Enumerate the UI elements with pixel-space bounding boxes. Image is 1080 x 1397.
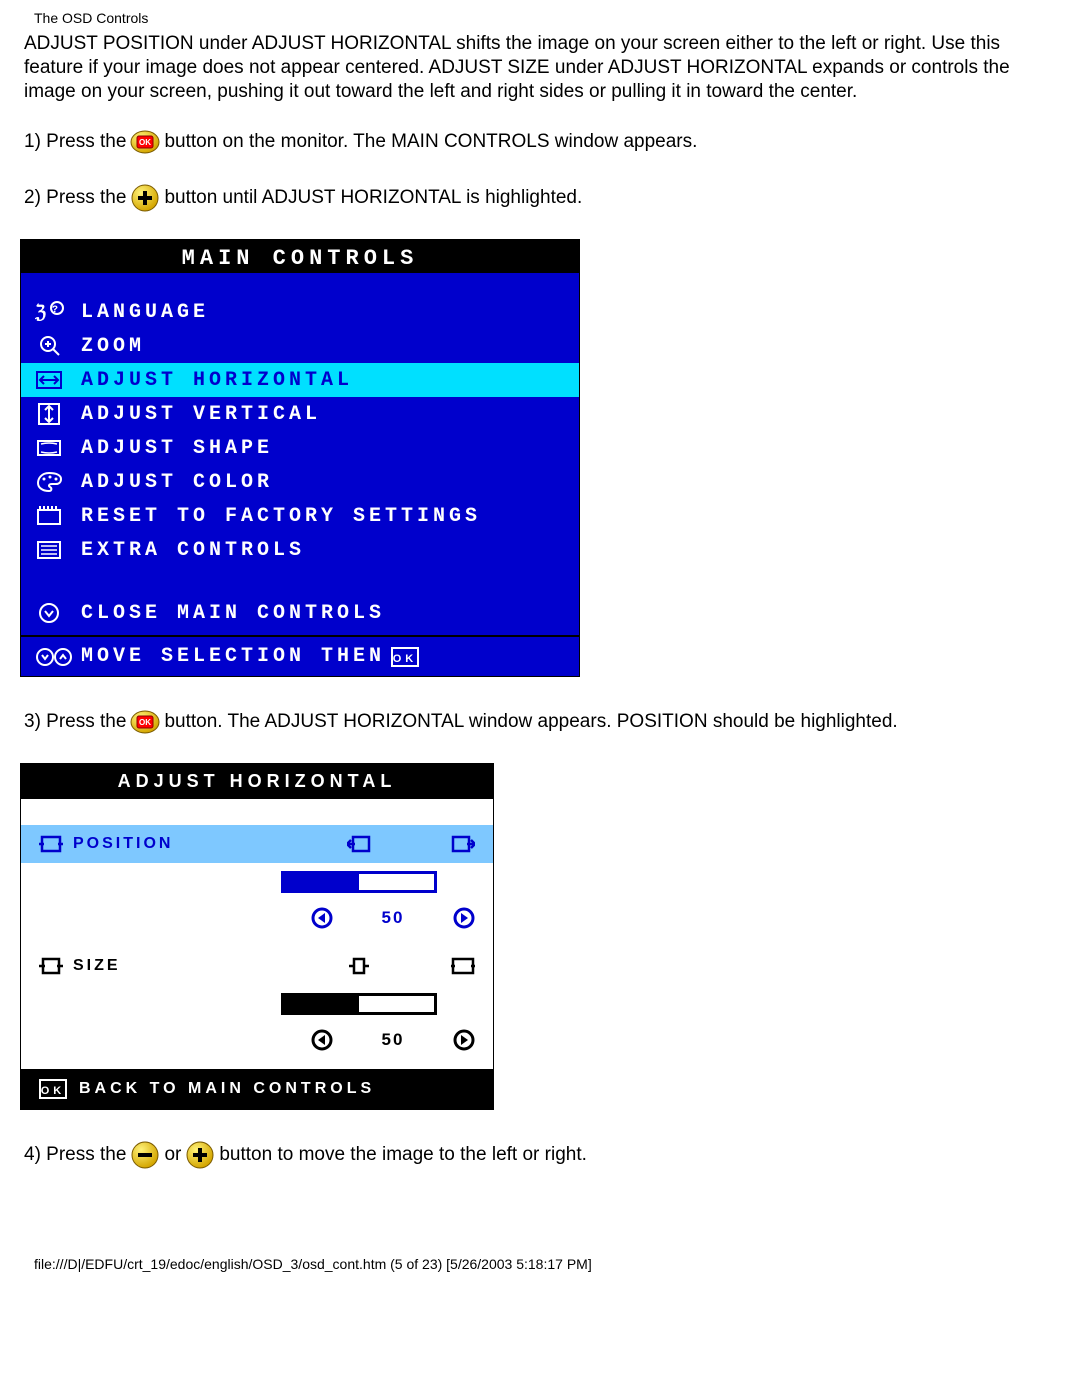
- svg-text:OK: OK: [41, 1085, 66, 1097]
- move-selection-icon: [35, 646, 81, 668]
- position-icon: [39, 834, 63, 854]
- adjust-horizontal-icon: [35, 368, 81, 392]
- size-wide-icon: [451, 956, 475, 976]
- intro-paragraph: ADJUST POSITION under ADJUST HORIZONTAL …: [20, 32, 1060, 103]
- step1-text-a: 1) Press the: [24, 131, 126, 153]
- plus-button-icon: [185, 1140, 215, 1170]
- shift-left-icon: [347, 834, 371, 854]
- ok-box-icon: OK: [39, 1079, 67, 1099]
- ok-button-icon: OK: [130, 127, 160, 157]
- osd-item-adjust-color[interactable]: ADJUST COLOR: [21, 465, 579, 499]
- zoom-icon: [35, 334, 81, 358]
- osd-item-label: ADJUST VERTICAL: [81, 403, 321, 426]
- ok-button-icon: OK: [130, 707, 160, 737]
- shift-right-icon: [451, 834, 475, 854]
- svg-text:OK: OK: [139, 138, 151, 147]
- ah-size-value-row: 50: [21, 1023, 493, 1057]
- osd-gap: [21, 567, 579, 595]
- osd-item-label: ADJUST HORIZONTAL: [81, 369, 353, 392]
- osd-item-extra[interactable]: EXTRA CONTROLS: [21, 533, 579, 567]
- ah-spacer: [21, 799, 493, 825]
- osd-item-adjust-vertical[interactable]: ADJUST VERTICAL: [21, 397, 579, 431]
- svg-text:OK: OK: [139, 718, 151, 727]
- step3-text-a: 3) Press the: [24, 711, 126, 733]
- arrow-left-icon[interactable]: [311, 907, 333, 929]
- arrow-right-icon[interactable]: [453, 1029, 475, 1051]
- svg-text:OK: OK: [393, 653, 418, 665]
- ah-size-label: Size: [73, 957, 121, 975]
- step4-text-a: 4) Press the: [24, 1144, 126, 1166]
- step-2: 2) Press the button until ADJUST HORIZON…: [20, 183, 1060, 213]
- ah-size-slider-row: [21, 985, 493, 1023]
- main-controls-osd: MAIN CONTROLS ℨ? LANGUAGE ZOOM ADJUST HO…: [20, 239, 580, 677]
- minus-button-icon: [130, 1140, 160, 1170]
- osd-item-adjust-horizontal[interactable]: ADJUST HORIZONTAL: [21, 363, 579, 397]
- osd-item-reset[interactable]: RESET TO FACTORY SETTINGS: [21, 499, 579, 533]
- step-4: 4) Press the or button to move the image…: [20, 1140, 1060, 1170]
- ah-footer[interactable]: OK Back to Main Controls: [21, 1069, 493, 1109]
- arrow-right-icon[interactable]: [453, 907, 475, 929]
- step4-text-c: button to move the image to the left or …: [219, 1144, 587, 1166]
- size-slider[interactable]: [281, 993, 437, 1015]
- osd-title: MAIN CONTROLS: [21, 240, 579, 273]
- page-header: The OSD Controls: [20, 0, 1060, 32]
- step2-text-b: button until ADJUST HORIZONTAL is highli…: [164, 187, 582, 209]
- ah-title: Adjust Horizontal: [21, 764, 493, 799]
- svg-text:ℨ: ℨ: [35, 302, 50, 322]
- adjust-horizontal-osd: Adjust Horizontal Position: [20, 763, 494, 1110]
- osd-close-row[interactable]: CLOSE MAIN CONTROLS: [21, 595, 579, 631]
- size-icon: [39, 956, 63, 976]
- osd-item-adjust-shape[interactable]: ADJUST SHAPE: [21, 431, 579, 465]
- osd-close-label: CLOSE MAIN CONTROLS: [81, 602, 385, 625]
- osd-item-label: EXTRA CONTROLS: [81, 539, 305, 562]
- ah-position-value-row: 50: [21, 901, 493, 935]
- adjust-color-icon: [35, 470, 81, 494]
- step1-text-b: button on the monitor. The MAIN CONTROLS…: [164, 131, 697, 153]
- size-narrow-icon: [347, 956, 371, 976]
- ah-position-slider-row: [21, 863, 493, 901]
- page-footer: file:///D|/EDFU/crt_19/edoc/english/OSD_…: [20, 1196, 1060, 1282]
- reset-icon: [35, 504, 81, 528]
- osd-item-zoom[interactable]: ZOOM: [21, 329, 579, 363]
- osd-footer: MOVE SELECTION THEN OK: [21, 635, 579, 676]
- extra-controls-icon: [35, 538, 81, 562]
- language-icon: ℨ?: [35, 300, 81, 324]
- ah-position-label: Position: [73, 835, 173, 853]
- position-value: 50: [363, 908, 423, 928]
- osd-item-label: ADJUST COLOR: [81, 471, 273, 494]
- osd-item-label: LANGUAGE: [81, 301, 209, 324]
- adjust-shape-icon: [35, 436, 81, 460]
- close-icon: [35, 601, 81, 625]
- ah-size-row[interactable]: Size: [21, 947, 493, 985]
- step-1: 1) Press the OK button on the monitor. T…: [20, 127, 1060, 157]
- adjust-vertical-icon: [35, 402, 81, 426]
- step-3: 3) Press the OK button. The ADJUST HORIZ…: [20, 707, 1060, 737]
- ah-position-row[interactable]: Position: [21, 825, 493, 863]
- step3-text-b: button. The ADJUST HORIZONTAL window app…: [164, 711, 897, 733]
- step4-text-b: or: [164, 1144, 181, 1166]
- osd-item-label: RESET TO FACTORY SETTINGS: [81, 505, 481, 528]
- size-value: 50: [363, 1030, 423, 1050]
- step2-text-a: 2) Press the: [24, 187, 126, 209]
- svg-text:?: ?: [52, 305, 62, 316]
- ok-box-icon: OK: [391, 647, 419, 667]
- osd-item-language[interactable]: ℨ? LANGUAGE: [21, 295, 579, 329]
- osd-footer-label: MOVE SELECTION THEN: [81, 645, 385, 668]
- position-slider[interactable]: [281, 871, 437, 893]
- plus-button-icon: [130, 183, 160, 213]
- osd-item-label: ZOOM: [81, 335, 145, 358]
- ah-back-label: Back to Main Controls: [79, 1080, 375, 1098]
- osd-item-label: ADJUST SHAPE: [81, 437, 273, 460]
- arrow-left-icon[interactable]: [311, 1029, 333, 1051]
- osd-body: ℨ? LANGUAGE ZOOM ADJUST HORIZONTAL ADJUS…: [21, 273, 579, 635]
